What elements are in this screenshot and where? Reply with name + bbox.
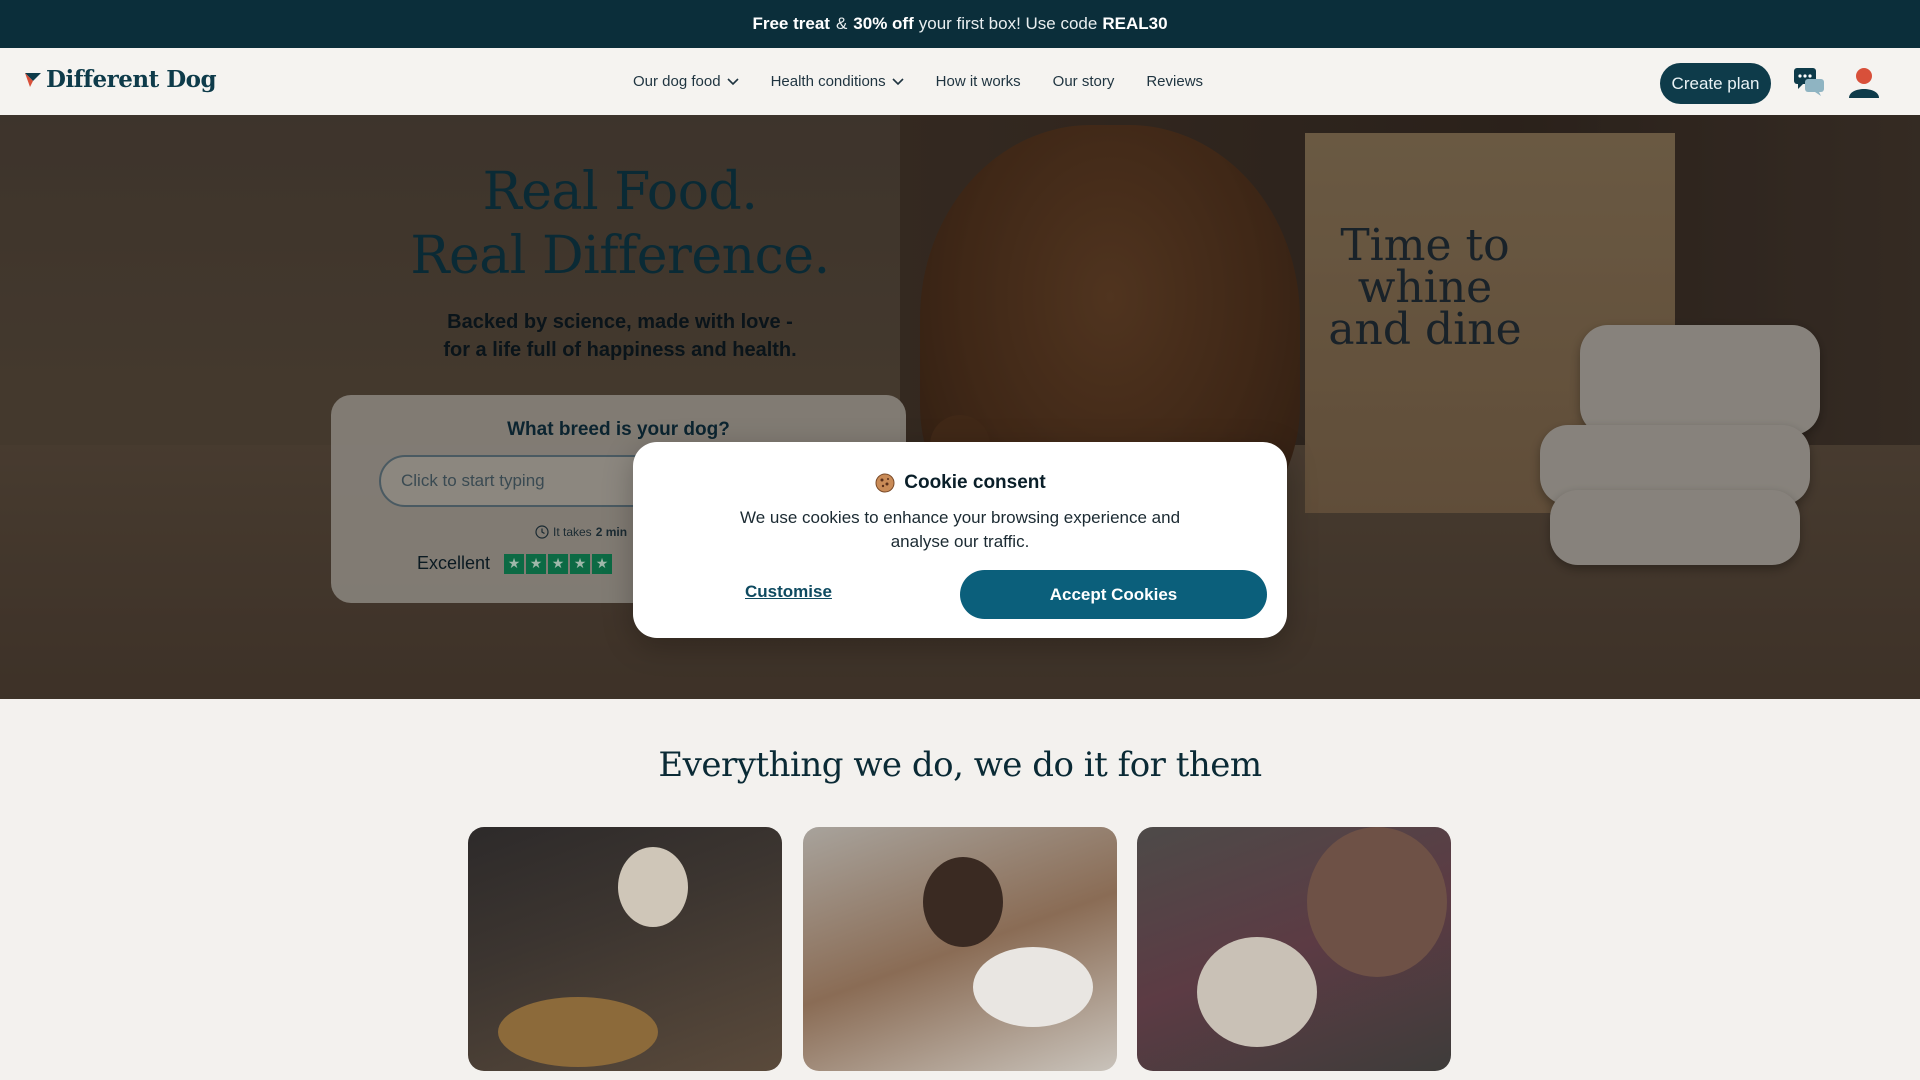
promo-text: your first box! Use code — [918, 14, 1098, 33]
hero-title: Real Food. Real Difference. — [330, 160, 910, 288]
trustpilot-rating[interactable]: Excellent ★ ★ ★ ★ ★ — [417, 553, 613, 574]
nav-our-dog-food[interactable]: Our dog food — [633, 73, 739, 90]
promo-code: REAL30 — [1102, 14, 1168, 33]
chevron-down-icon — [726, 77, 739, 85]
nav-label: Our story — [1052, 73, 1115, 90]
time-prefix: It takes — [553, 525, 592, 539]
logo-text: Different Dog — [46, 66, 217, 93]
photo-vegetables — [498, 997, 658, 1067]
trust-label: Excellent — [417, 553, 491, 573]
photo-owner-with-dog — [468, 827, 782, 1071]
user-icon[interactable] — [1847, 66, 1881, 98]
promo-free-treat: Free treat — [752, 14, 830, 33]
create-plan-button[interactable]: Create plan — [1660, 63, 1771, 104]
promo-discount: 30% off — [853, 14, 914, 33]
promo-amp: & — [835, 14, 848, 33]
cookie-title: Cookie consent — [633, 472, 1287, 494]
nav-label: Health conditions — [770, 73, 886, 90]
photo-dog — [1197, 937, 1317, 1047]
nav-how-it-works[interactable]: How it works — [936, 73, 1021, 90]
star-icon: ★ — [592, 553, 613, 574]
clock-icon — [535, 525, 549, 539]
photo-dog — [923, 857, 1003, 947]
logo-mark-icon — [25, 72, 41, 87]
section-title: Everything we do, we do it for them — [658, 745, 1262, 785]
photo-bowl — [973, 947, 1093, 1027]
nav-label: How it works — [935, 73, 1021, 90]
nav-our-story[interactable]: Our story — [1053, 73, 1115, 90]
accept-cookies-button[interactable]: Accept Cookies — [960, 570, 1267, 619]
cookie-description: We use cookies to enhance your browsing … — [739, 508, 1181, 551]
trust-stars: ★ ★ ★ ★ ★ — [504, 553, 613, 574]
photo-person — [1307, 827, 1447, 977]
cookie-title-text: Cookie consent — [904, 472, 1046, 493]
photo-dog-eating — [803, 827, 1117, 1071]
logo[interactable]: Different Dog — [24, 66, 217, 93]
photo-man-with-dog — [1137, 827, 1451, 1071]
customise-button[interactable]: Customise — [745, 582, 832, 602]
hero-subtitle-line1: Backed by science, made with love - — [447, 311, 793, 333]
nav-label: Reviews — [1146, 73, 1204, 90]
hero-title-line1: Real Food. — [482, 162, 758, 222]
hero-subtitle: Backed by science, made with love - for … — [380, 308, 860, 364]
site-header: Different Dog Our dog food Health condit… — [0, 48, 1920, 115]
star-icon: ★ — [526, 553, 547, 574]
nav-reviews[interactable]: Reviews — [1146, 73, 1203, 90]
cookie-icon — [875, 473, 895, 493]
cookie-consent-modal: Cookie consent We use cookies to enhance… — [633, 442, 1287, 638]
photo-person — [618, 847, 688, 927]
star-icon: ★ — [504, 553, 525, 574]
time-estimate: It takes 2 min — [535, 525, 627, 539]
chat-bubbles-icon[interactable] — [1793, 67, 1825, 97]
star-icon: ★ — [548, 553, 569, 574]
time-value: 2 min — [595, 525, 628, 539]
main-nav: Our dog food Health conditions How it wo… — [633, 48, 1203, 115]
nav-label: Our dog food — [633, 73, 721, 90]
breed-question: What breed is your dog? — [507, 419, 730, 440]
chevron-down-icon — [892, 77, 904, 85]
hero-title-line2: Real Difference. — [410, 226, 830, 286]
promo-banner: Free treat & 30% off your first box! Use… — [0, 0, 1920, 48]
hero-subtitle-line2: for a life full of happiness and health. — [443, 339, 797, 361]
nav-health-conditions[interactable]: Health conditions — [771, 73, 904, 90]
star-icon: ★ — [570, 553, 591, 574]
